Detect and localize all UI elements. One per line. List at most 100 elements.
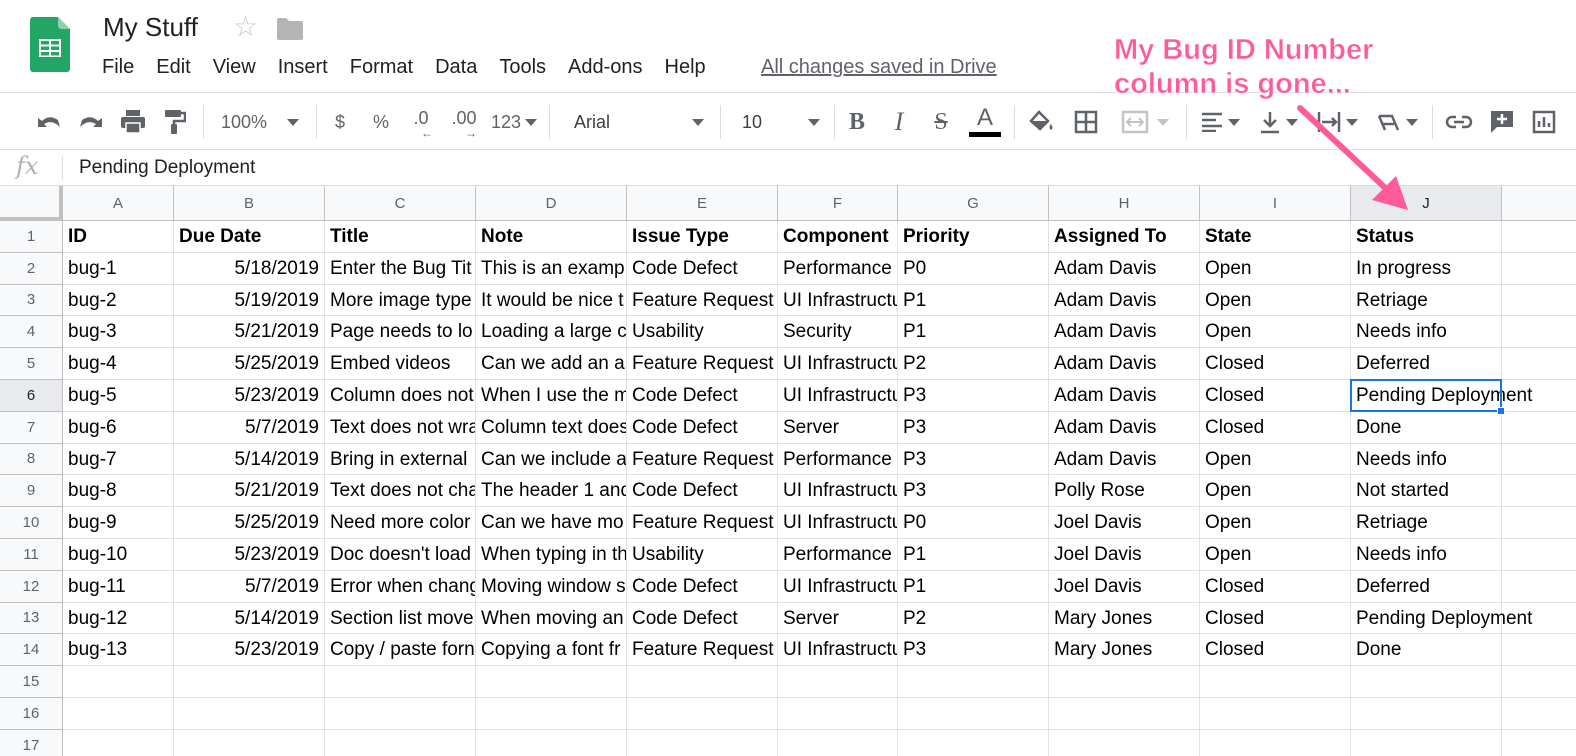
vertical-align-icon[interactable] — [1252, 93, 1304, 151]
cell-a1[interactable]: ID — [63, 221, 174, 253]
cell-e1[interactable]: Issue Type — [627, 221, 778, 253]
column-header-i[interactable]: I — [1200, 186, 1351, 221]
row-header-2[interactable]: 2 — [0, 252, 63, 285]
cell-a4[interactable]: bug-3 — [63, 316, 174, 349]
spreadsheet-grid[interactable]: ABCDEFGHIJ 1 2 3 4 5 6 7 8 9 10 11 12 13 14 15 16 17 ID D… — [0, 186, 1576, 756]
column-header-f[interactable]: F — [778, 186, 898, 221]
cell-e14[interactable]: Feature Request — [627, 634, 778, 667]
cell-i8[interactable]: Open — [1200, 443, 1351, 476]
menu-file[interactable]: File — [102, 56, 134, 79]
cell-g3[interactable]: P1 — [898, 284, 1049, 317]
cell-j9[interactable]: Not started — [1351, 475, 1502, 508]
menu-tools[interactable]: Tools — [499, 56, 546, 79]
cell-i3[interactable]: Open — [1200, 284, 1351, 317]
cell-c12[interactable]: Error when chang — [325, 570, 476, 603]
row-header-15[interactable]: 15 — [0, 666, 63, 698]
cell-i13[interactable]: Closed — [1200, 602, 1351, 635]
cell-j7[interactable]: Done — [1351, 411, 1502, 444]
cell-d13[interactable]: When moving an — [476, 602, 627, 635]
cell-b14[interactable]: 5/23/2019 — [174, 634, 325, 667]
cell-e8[interactable]: Feature Request — [627, 443, 778, 476]
cell-h14[interactable]: Mary Jones — [1049, 634, 1200, 667]
cell-b9[interactable]: 5/21/2019 — [174, 475, 325, 508]
cell-g5[interactable]: P2 — [898, 348, 1049, 380]
cell-b1[interactable]: Due Date — [174, 221, 325, 253]
cell-g15[interactable] — [898, 666, 1049, 698]
row-header-10[interactable]: 10 — [0, 507, 63, 539]
menu-data[interactable]: Data — [435, 56, 477, 79]
cell-j12[interactable]: Deferred — [1351, 570, 1502, 603]
cell-f10[interactable]: UI Infrastructu — [778, 507, 898, 539]
cell-g10[interactable]: P0 — [898, 507, 1049, 539]
row-header-7[interactable]: 7 — [0, 411, 63, 444]
cell-f11[interactable]: Performance — [778, 538, 898, 571]
cell-a6[interactable]: bug-5 — [63, 379, 174, 412]
cell-f17[interactable] — [778, 729, 898, 756]
more-formats-select[interactable]: 123 — [488, 93, 540, 151]
cell-i17[interactable] — [1200, 729, 1351, 756]
cell-j15[interactable] — [1351, 666, 1502, 698]
cell-b16[interactable] — [174, 697, 325, 730]
cell-f1[interactable]: Component — [778, 221, 898, 253]
cell-c10[interactable]: Need more color — [325, 507, 476, 539]
cell-e16[interactable] — [627, 697, 778, 730]
cell-a13[interactable]: bug-12 — [63, 602, 174, 635]
cell-h9[interactable]: Polly Rose — [1049, 475, 1200, 508]
paint-format-icon[interactable] — [158, 93, 192, 151]
cell-d3[interactable]: It would be nice t — [476, 284, 627, 317]
cell-c15[interactable] — [325, 666, 476, 698]
cell-g13[interactable]: P2 — [898, 602, 1049, 635]
cell-d9[interactable]: The header 1 and — [476, 475, 627, 508]
row-header-11[interactable]: 11 — [0, 538, 63, 571]
cell-h10[interactable]: Joel Davis — [1049, 507, 1200, 539]
cell-a3[interactable]: bug-2 — [63, 284, 174, 317]
bold-button[interactable]: B — [842, 93, 872, 151]
cell-g2[interactable]: P0 — [898, 252, 1049, 285]
cell-g17[interactable] — [898, 729, 1049, 756]
column-header-c[interactable]: C — [325, 186, 476, 221]
cell-j8[interactable]: Needs info — [1351, 443, 1502, 476]
menu-view[interactable]: View — [213, 56, 256, 79]
fill-handle[interactable] — [1497, 406, 1505, 415]
cell-c14[interactable]: Copy / paste forn — [325, 634, 476, 667]
cell-e4[interactable]: Usability — [627, 316, 778, 349]
cell-g8[interactable]: P3 — [898, 443, 1049, 476]
italic-button[interactable]: I — [884, 93, 914, 151]
cell-c8[interactable]: Bring in external — [325, 443, 476, 476]
row-header-13[interactable]: 13 — [0, 602, 63, 635]
cell-g6[interactable]: P3 — [898, 379, 1049, 412]
cell-e5[interactable]: Feature Request — [627, 348, 778, 380]
cell-i7[interactable]: Closed — [1200, 411, 1351, 444]
cell-b10[interactable]: 5/25/2019 — [174, 507, 325, 539]
decrease-decimal-button[interactable]: .0 ← — [404, 93, 438, 151]
column-header-d[interactable]: D — [476, 186, 627, 221]
cell-h3[interactable]: Adam Davis — [1049, 284, 1200, 317]
strikethrough-button[interactable]: S — [926, 93, 956, 151]
cell-a11[interactable]: bug-10 — [63, 538, 174, 571]
cell-c13[interactable]: Section list move — [325, 602, 476, 635]
cell-f4[interactable]: Security — [778, 316, 898, 349]
cell-f2[interactable]: Performance — [778, 252, 898, 285]
cell-j16[interactable] — [1351, 697, 1502, 730]
cell-g11[interactable]: P1 — [898, 538, 1049, 571]
cell-a8[interactable]: bug-7 — [63, 443, 174, 476]
cell-c2[interactable]: Enter the Bug Tit — [325, 252, 476, 285]
cell-b7[interactable]: 5/7/2019 — [174, 411, 325, 444]
cell-j4[interactable]: Needs info — [1351, 316, 1502, 349]
column-header-h[interactable]: H — [1049, 186, 1200, 221]
borders-icon[interactable] — [1068, 93, 1104, 151]
cell-g4[interactable]: P1 — [898, 316, 1049, 349]
cell-a12[interactable]: bug-11 — [63, 570, 174, 603]
cell-h16[interactable] — [1049, 697, 1200, 730]
insert-comment-icon[interactable] — [1484, 93, 1520, 151]
cell-e3[interactable]: Feature Request — [627, 284, 778, 317]
cell-b8[interactable]: 5/14/2019 — [174, 443, 325, 476]
cell-j11[interactable]: Needs info — [1351, 538, 1502, 571]
insert-chart-icon[interactable] — [1526, 93, 1562, 151]
row-header-14[interactable]: 14 — [0, 634, 63, 667]
cell-c6[interactable]: Column does not — [325, 379, 476, 412]
cell-e15[interactable] — [627, 666, 778, 698]
cell-a9[interactable]: bug-8 — [63, 475, 174, 508]
cell-a5[interactable]: bug-4 — [63, 348, 174, 380]
cell-j1[interactable]: Status — [1351, 221, 1502, 253]
